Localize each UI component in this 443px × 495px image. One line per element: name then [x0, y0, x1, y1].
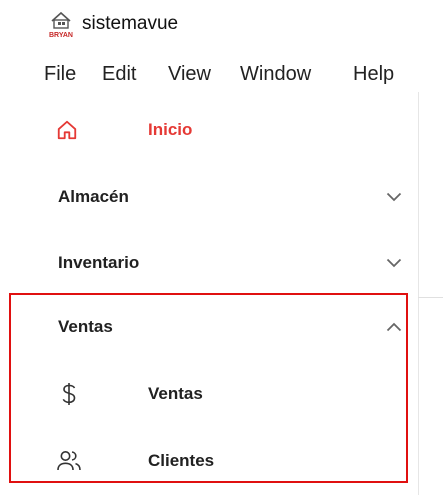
app-title: sistemavue: [82, 13, 179, 34]
chevron-up-icon: [386, 322, 402, 332]
dollar-icon: [62, 383, 76, 405]
chevron-down-icon: [386, 258, 402, 268]
menu-bar: File Edit View Window Help: [0, 56, 443, 92]
home-icon: [57, 120, 77, 140]
menu-view[interactable]: View: [168, 60, 211, 88]
menu-help[interactable]: Help: [353, 60, 394, 88]
nav-group-ventas-label: Ventas: [58, 317, 113, 336]
nav-group-almacen-label: Almacén: [58, 187, 129, 206]
menu-file[interactable]: File: [44, 60, 76, 88]
nav-item-inicio-label: Inicio: [148, 120, 193, 139]
nav-item-inicio[interactable]: Inicio: [0, 100, 418, 160]
menu-edit[interactable]: Edit: [102, 60, 136, 88]
nav-group-inventario[interactable]: Inventario: [0, 233, 418, 293]
users-icon: [57, 451, 81, 471]
menu-window[interactable]: Window: [240, 60, 311, 88]
nav-item-ventas[interactable]: Ventas: [0, 364, 418, 424]
chevron-down-icon: [386, 192, 402, 202]
drawer-edge: [418, 92, 419, 495]
nav-group-ventas[interactable]: Ventas: [0, 297, 418, 357]
title-bar: BRYAN sistemavue: [0, 0, 443, 48]
nav-group-inventario-label: Inventario: [58, 253, 140, 272]
nav-item-ventas-label: Ventas: [148, 384, 203, 403]
nav-item-clientes[interactable]: Clientes: [0, 431, 418, 491]
nav-item-clientes-label: Clientes: [148, 451, 215, 470]
divider: [418, 297, 443, 298]
svg-text:BRYAN: BRYAN: [49, 32, 73, 38]
nav-group-almacen[interactable]: Almacén: [0, 167, 418, 227]
app-logo-icon: BRYAN: [49, 11, 73, 38]
